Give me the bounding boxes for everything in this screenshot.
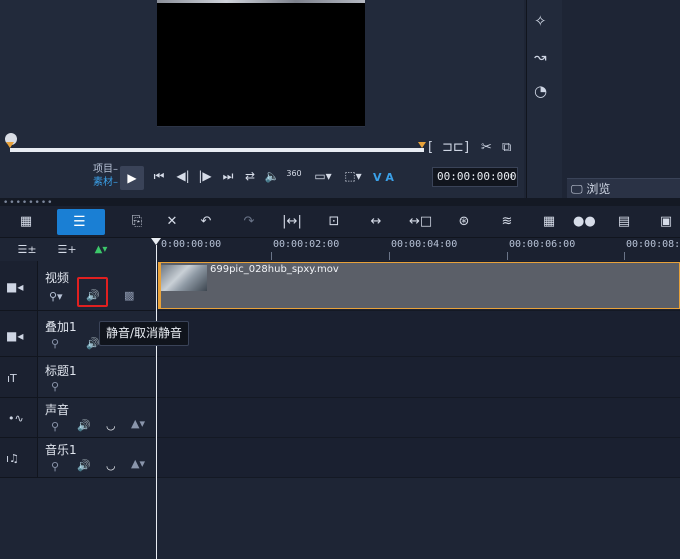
audio-mix-icon[interactable]: ▲▾ [131, 457, 145, 470]
track-lane-music[interactable] [157, 438, 680, 478]
prev-frame-icon[interactable]: ◀| [174, 169, 192, 183]
ruler-tick-label: 00:00:02:00 [273, 239, 340, 250]
repeat-icon[interactable]: ⇄ [241, 169, 259, 183]
browse-icon: 🖵 [571, 182, 583, 196]
ripple-icon[interactable]: ↔□ [409, 212, 432, 232]
overlay-track-icon: ■◂ [6, 329, 24, 343]
link-icon[interactable]: ⚲ [51, 337, 59, 350]
track-name: 叠加1 [45, 320, 77, 334]
track-name: 视频 [45, 271, 70, 285]
end-icon[interactable]: ⏭ [219, 169, 237, 184]
home-icon[interactable]: ⏮ [150, 169, 168, 184]
link-icon[interactable]: ⚲ [51, 380, 59, 393]
panel-splitter[interactable] [0, 198, 680, 206]
mark-out-marker[interactable] [418, 142, 426, 148]
audio-wave-icon[interactable]: ≋ [496, 212, 518, 232]
ruler-tick [271, 252, 272, 260]
title-track-icon: ıT [7, 372, 17, 385]
ruler-tick-label: 00:00:04:00 [391, 239, 458, 250]
enlarge-icon[interactable]: ⧉ [502, 140, 511, 155]
audio-ducking-icon[interactable]: ◡ [106, 419, 116, 432]
track-name: 声音 [45, 403, 70, 417]
track-manager-icon[interactable]: ☰± [16, 240, 38, 260]
path-icon[interactable]: ↝ [534, 48, 547, 66]
subtitle-icon[interactable]: ▤ [613, 212, 635, 232]
next-frame-icon[interactable]: |▶ [196, 169, 214, 183]
track-name: 标题1 [45, 364, 77, 378]
clip-filename: 699pic_028hub_spxy.mov [210, 264, 339, 275]
mute-button-highlight [77, 277, 108, 307]
add-track-icon[interactable]: ☰+ [56, 240, 78, 260]
record-icon[interactable]: ⊛ [453, 212, 475, 232]
mark-in-icon[interactable]: [ [428, 140, 433, 155]
track-name: 音乐1 [45, 443, 77, 457]
track-header-empty [0, 478, 155, 559]
clip-mode-label[interactable]: 素材 [93, 177, 113, 188]
speed-gauge-icon[interactable]: ◔ [534, 82, 547, 100]
mark-in-marker[interactable] [6, 142, 14, 148]
preview-screen [157, 0, 365, 127]
ripple-edit-icon[interactable]: ▲▾ [90, 240, 112, 260]
project-mode-label[interactable]: 项目 [93, 164, 113, 175]
audio-mix-icon[interactable]: ▲▾ [131, 417, 145, 430]
mute-toggle-icon[interactable]: 🔊 [86, 337, 100, 350]
mute-toggle-icon[interactable]: 🔊 [77, 459, 91, 472]
play-button[interactable]: ▶ [120, 166, 144, 190]
timeline-view-button[interactable]: ☰ [57, 209, 105, 235]
link-icon[interactable]: ⚲ [51, 460, 59, 473]
ruler-tick-label: 00:00:08:0 [626, 239, 680, 250]
track-lane-voice[interactable] [157, 398, 680, 438]
track-lane-title[interactable] [157, 357, 680, 398]
fit-timeline-icon[interactable]: |↔| [281, 212, 303, 232]
video-track-icon: ■◂ [6, 280, 24, 294]
timeline-view-icon: ☰ [73, 214, 86, 230]
ruler-tick [507, 252, 508, 260]
scissors-icon[interactable]: ✂ [481, 140, 492, 155]
split-icon[interactable]: ↔ [365, 212, 387, 232]
zoom-fit-icon[interactable]: ⊡ [323, 212, 345, 232]
va-toggle[interactable]: V A [373, 171, 394, 184]
music-track-icon: ı♫ [6, 452, 19, 465]
multicam-icon[interactable]: ▦ [538, 212, 560, 232]
scrub-track[interactable] [10, 148, 424, 152]
aspect-icon[interactable]: ▭▾ [314, 169, 332, 183]
360-icon[interactable]: 360 [285, 169, 303, 178]
crop-icon[interactable]: ⬚▾ [344, 169, 362, 183]
marker-icon[interactable]: ▣ [655, 212, 677, 232]
ruler-tick-label: 00:00:06:00 [509, 239, 576, 250]
undo-icon[interactable]: ↶ [195, 212, 217, 232]
mark-out-icon[interactable]: ] [464, 140, 469, 155]
tools-icon[interactable]: ✕ [161, 212, 183, 232]
audio-ducking-icon[interactable]: ◡ [106, 459, 116, 472]
motion-icon[interactable]: ●● [573, 212, 596, 232]
playhead-handle[interactable] [151, 238, 161, 245]
voice-track-icon: •∿ [8, 412, 24, 425]
mute-tooltip: 静音/取消静音 [99, 321, 189, 346]
link-icon[interactable]: ⚲ [51, 420, 59, 433]
playhead-line[interactable] [156, 245, 157, 559]
browse-button[interactable]: 🖵 浏览 [567, 178, 680, 198]
storyboard-view-icon[interactable]: ▦ [15, 212, 37, 232]
timecode-field[interactable]: 00:00:00:000 ⬍ [432, 167, 518, 187]
magic-wand-icon[interactable]: ✧ [534, 12, 547, 30]
redo-icon[interactable]: ↷ [238, 212, 260, 232]
volume-icon[interactable]: 🔈 [263, 169, 281, 183]
mute-toggle-icon[interactable]: 🔊 [77, 419, 91, 432]
ruler-tick [389, 252, 390, 260]
ruler-tick-label: 0:00:00:00 [161, 239, 222, 250]
track-transparency-icon[interactable]: ▩ [124, 289, 134, 302]
link-icon[interactable]: ⚲▾ [49, 290, 63, 303]
ruler-tick [624, 252, 625, 260]
track-header-title[interactable] [0, 357, 155, 398]
clip-thumbnail [161, 265, 207, 291]
insert-media-icon[interactable]: ⎘ [126, 212, 148, 232]
track-lane-overlay[interactable] [157, 311, 680, 357]
play-mode-labels[interactable]: 项目– 素材– [86, 163, 118, 189]
trim-icon[interactable]: ⊐⊏ [442, 140, 464, 155]
